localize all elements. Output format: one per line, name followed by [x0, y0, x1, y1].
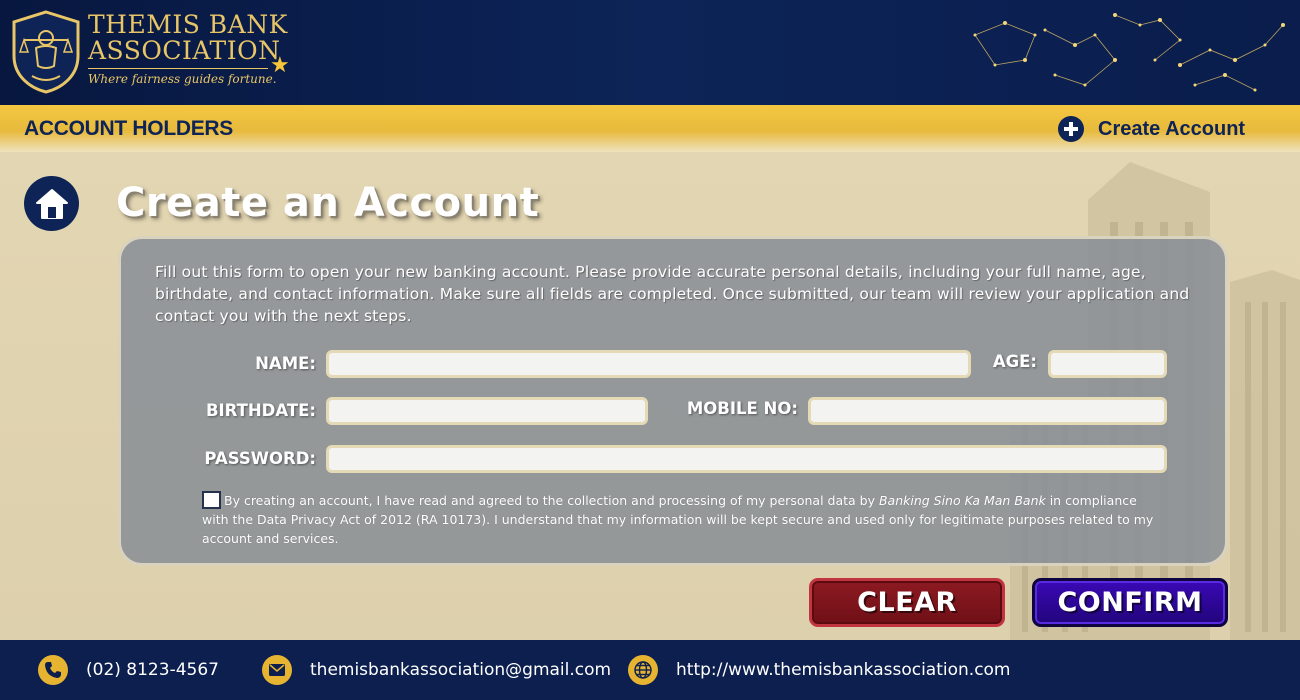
form-intro-text: Fill out this form to open your new bank…	[155, 263, 1190, 325]
brand-line-2: ASSOCIATION	[88, 36, 281, 65]
website-url: http://www.themisbankassociation.com	[676, 660, 1011, 680]
name-label: NAME:	[255, 354, 316, 373]
phone-number: (02) 8123-4567	[86, 660, 219, 680]
mobile-label: MOBILE NO:	[686, 399, 798, 418]
section-title: ACCOUNT HOLDERS	[24, 117, 233, 140]
page-title: Create an Account	[116, 180, 540, 226]
confirm-button[interactable]: CONFIRM	[1032, 578, 1228, 627]
create-account-link[interactable]: Create Account	[1058, 114, 1245, 144]
birthdate-label: BIRTHDATE:	[205, 401, 316, 420]
consent-text-before: By creating an account, I have read and …	[224, 493, 879, 508]
phone-icon	[38, 655, 68, 685]
footer-phone: (02) 8123-4567	[38, 655, 219, 685]
footer-website[interactable]: http://www.themisbankassociation.com	[628, 655, 1011, 685]
create-account-label: Create Account	[1098, 117, 1246, 140]
plus-circle-icon	[1058, 116, 1084, 142]
brand-tagline: Where fairness guides fortune.	[88, 72, 277, 86]
home-icon	[35, 188, 68, 219]
age-label: AGE:	[992, 352, 1037, 371]
account-form-card: Fill out this form to open your new bank…	[118, 236, 1228, 566]
consent-text: By creating an account, I have read and …	[202, 491, 1162, 548]
brand-line-1: THEMIS BANK	[88, 10, 288, 39]
star-icon: ★	[270, 53, 290, 78]
email-address: themisbankassociation@gmail.com	[310, 660, 612, 680]
home-button[interactable]	[24, 176, 79, 231]
brand-divider	[88, 68, 268, 69]
globe-icon	[628, 655, 658, 685]
age-field[interactable]	[1048, 350, 1167, 378]
password-label: PASSWORD:	[204, 449, 316, 468]
subnav-bar: ACCOUNT HOLDERS Create Account	[0, 105, 1300, 152]
mail-icon	[262, 655, 292, 685]
password-field[interactable]	[326, 445, 1167, 473]
top-header: THEMIS BANK ASSOCIATION Where fairness g…	[0, 0, 1300, 105]
clear-button[interactable]: CLEAR	[809, 578, 1005, 627]
footer-email[interactable]: themisbankassociation@gmail.com	[262, 655, 611, 685]
birthdate-field[interactable]	[326, 397, 648, 425]
consent-bank-name: Banking Sino Ka Man Bank	[878, 493, 1046, 508]
footer-bar: (02) 8123-4567 themisbankassociation@gma…	[0, 640, 1300, 700]
brand-name: THEMIS BANK ASSOCIATION	[88, 12, 288, 64]
constellation-decoration	[973, 13, 1285, 92]
main-content: Create an Account Fill out this form to …	[0, 152, 1300, 640]
mobile-field[interactable]	[808, 397, 1167, 425]
themis-scales-shield-icon	[12, 10, 80, 94]
name-field[interactable]	[326, 350, 971, 378]
